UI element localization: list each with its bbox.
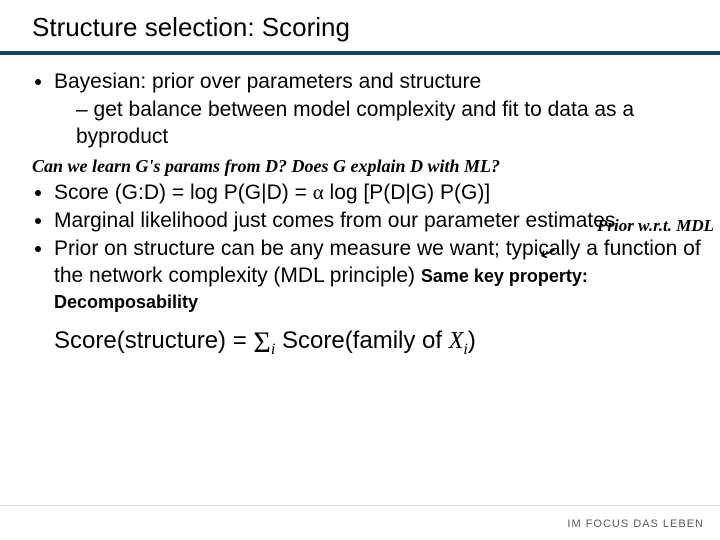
alpha-symbol: α	[313, 180, 324, 204]
xi-var: X	[449, 328, 464, 354]
eq-mid: Score(family of	[275, 327, 448, 354]
eq-pre: Score(structure) =	[54, 327, 253, 354]
sigma-symbol: Σ	[253, 326, 270, 359]
bullet-list-2: Score (G:D) = log P(G|D) = α log [P(D|G)…	[54, 179, 702, 315]
final-equation: Score(structure) = Σi Score(family of Xi…	[54, 325, 702, 361]
slide-title: Structure selection: Scoring	[32, 12, 702, 43]
bullet-text: Bayesian: prior over parameters and stru…	[54, 70, 481, 93]
sub-list: get balance between model complexity and…	[76, 97, 702, 150]
bullet-list: Bayesian: prior over parameters and stru…	[54, 69, 702, 150]
bullet-score-formula: Score (G:D) = log P(G|D) = α log [P(D|G)…	[54, 179, 702, 206]
tagline: IM FOCUS DAS LEBEN	[567, 518, 704, 530]
sub-bullet-balance: get balance between model complexity and…	[76, 97, 702, 150]
prior-text: Prior on structure can be any measure we…	[54, 237, 701, 286]
annotation-prior-mdl: Prior w.r.t. MDL	[597, 216, 714, 236]
italic-question: Can we learn G's params from D? Does G e…	[32, 156, 702, 177]
bullet-prior-structure: Prior on structure can be any measure we…	[54, 236, 702, 315]
formula-pre: Score (G:D) = log P(G|D) =	[54, 181, 313, 204]
slide: Structure selection: Scoring Bayesian: p…	[0, 0, 720, 540]
bullet-bayesian: Bayesian: prior over parameters and stru…	[54, 69, 702, 150]
title-rule	[0, 51, 720, 55]
eq-post: )	[468, 327, 476, 354]
formula-post: log [P(D|G) P(G)]	[324, 181, 490, 204]
